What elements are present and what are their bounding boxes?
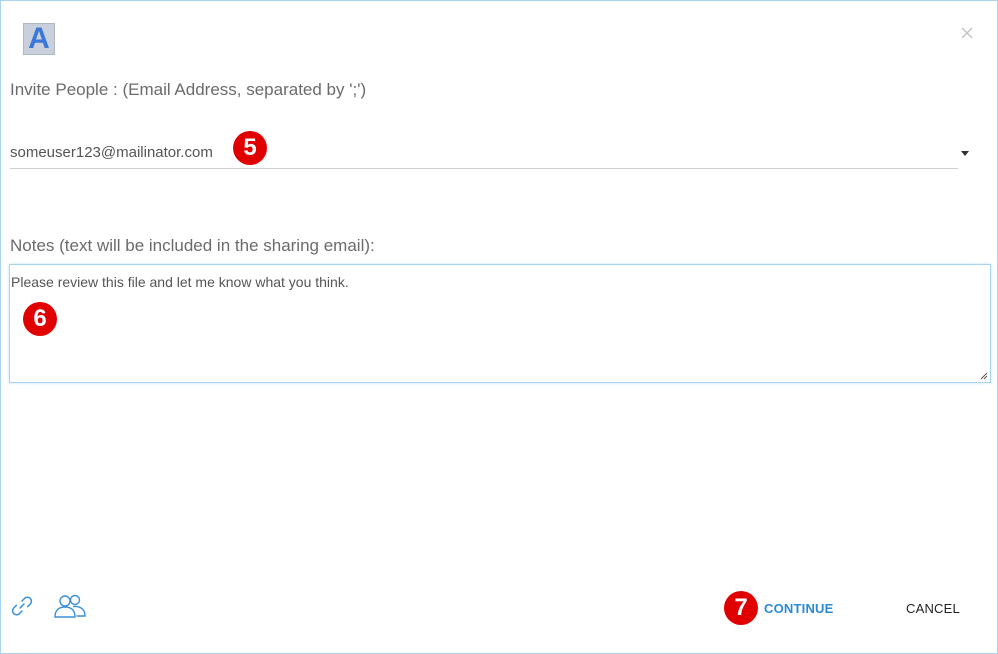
step-badge-6: 6 [23,302,57,336]
share-dialog: A Invite People : (Email Address, separa… [0,0,998,654]
notes-textarea[interactable]: Please review this file and let me know … [9,264,991,383]
app-logo: A [23,23,55,55]
app-logo-letter: A [28,22,50,55]
email-value: someuser123@mailinator.com [10,144,213,161]
cancel-button[interactable]: CANCEL [906,601,960,616]
notes-label: Notes (text will be included in the shar… [10,236,375,255]
step-badge-6-label: 6 [33,305,47,332]
step-badge-7-label: 7 [734,594,748,621]
step-badge-7: 7 [724,591,758,625]
invite-people-label: Invite People : (Email Address, separate… [10,80,367,99]
link-icon[interactable] [9,593,35,619]
step-badge-5-label: 5 [243,134,257,161]
step-badge-5: 5 [233,131,267,165]
email-input[interactable]: someuser123@mailinator.com [10,136,958,169]
continue-button[interactable]: CONTINUE [764,601,834,616]
notes-value: Please review this file and let me know … [11,274,349,290]
resize-handle-icon[interactable] [980,372,988,380]
close-icon[interactable] [957,23,977,43]
chevron-down-icon[interactable] [961,151,969,156]
people-icon[interactable] [53,593,87,619]
